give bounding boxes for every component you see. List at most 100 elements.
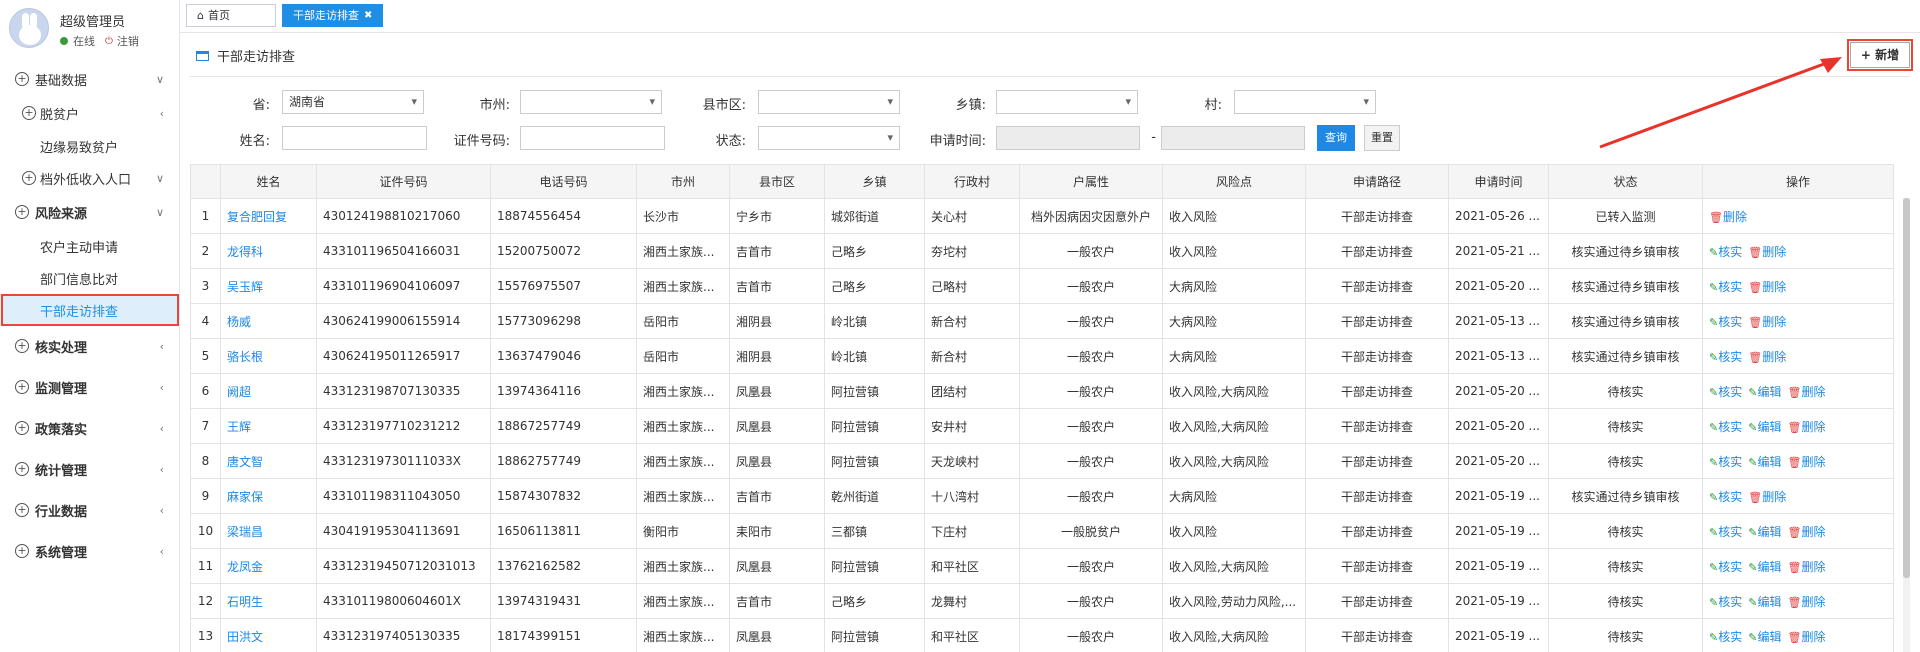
- person-name-link[interactable]: 骆长根: [220, 338, 317, 374]
- sidebar-item-13[interactable]: + 系统管理 ‹: [0, 531, 180, 572]
- edit-action-link[interactable]: ✎编辑: [1748, 595, 1781, 609]
- sidebar-item-8[interactable]: + 核实处理 ‹: [0, 326, 180, 367]
- del-action-link[interactable]: 🗑删除: [1748, 280, 1786, 294]
- check-action-link[interactable]: ✎核实: [1709, 490, 1742, 504]
- id-number: 43312319730111033X: [316, 443, 491, 479]
- person-name-link[interactable]: 复合肥回复: [220, 198, 317, 234]
- person-name-link[interactable]: 田洪文: [220, 618, 317, 652]
- town: 阿拉营镇: [824, 618, 925, 652]
- village: 天龙峡村: [924, 443, 1020, 479]
- sidebar-item-0[interactable]: + 基础数据 ∨: [0, 62, 180, 97]
- tab-home[interactable]: ⌂ 首页: [186, 4, 276, 27]
- edit-action-label: 编辑: [1757, 384, 1782, 399]
- person-name-link[interactable]: 唐文智: [220, 443, 317, 479]
- logout-icon[interactable]: ⏻: [105, 36, 113, 47]
- row-number: 9: [190, 478, 221, 514]
- edit-action-link[interactable]: ✎编辑: [1748, 385, 1781, 399]
- column-header: 风险点: [1162, 164, 1306, 199]
- table-row: 3 吴玉辉 433101196904106097 15576975507 湘西土家族..…: [190, 268, 1894, 304]
- check-action-link[interactable]: ✎核实: [1709, 560, 1742, 574]
- id-number: 430624199006155914: [316, 303, 491, 339]
- reset-button[interactable]: 重置: [1364, 125, 1400, 151]
- trash-icon: 🗑: [1787, 420, 1802, 434]
- del-action-link[interactable]: 🗑删除: [1787, 525, 1825, 539]
- sidebar-item-6[interactable]: 部门信息比对: [0, 262, 180, 294]
- sidebar-item-7[interactable]: 干部走访排查: [0, 294, 180, 326]
- check-action-link[interactable]: ✎核实: [1709, 245, 1742, 259]
- person-name-link[interactable]: 麻家保: [220, 478, 317, 514]
- check-action-link[interactable]: ✎核实: [1709, 455, 1742, 469]
- check-action-link[interactable]: ✎核实: [1709, 315, 1742, 329]
- town-select[interactable]: [996, 90, 1138, 114]
- del-action-link[interactable]: 🗑删除: [1748, 315, 1786, 329]
- row-number: 5: [190, 338, 221, 374]
- phone-number: 15874307832: [490, 478, 637, 514]
- table-scrollbar[interactable]: [1903, 198, 1910, 652]
- date-start-input[interactable]: [996, 126, 1140, 150]
- sidebar-item-3[interactable]: + 档外低收入人口 ∨: [0, 162, 180, 195]
- sidebar-item-5[interactable]: 农户主动申请: [0, 230, 180, 262]
- tab-visit-check[interactable]: 干部走访排查 ✖: [282, 4, 384, 27]
- del-action-link[interactable]: 🗑删除: [1787, 420, 1825, 434]
- edit-action-link[interactable]: ✎编辑: [1748, 560, 1781, 574]
- status: 已转入监测: [1548, 198, 1703, 234]
- annotation-arrow: [1599, 57, 1842, 149]
- user-status: 在线 ⏻ 注销: [60, 33, 139, 49]
- person-name-link[interactable]: 杨威: [220, 303, 317, 339]
- tab-close-icon[interactable]: ✖: [364, 5, 372, 26]
- sidebar-item-4[interactable]: + 风险来源 ∨: [0, 195, 180, 230]
- del-action-link[interactable]: 🗑删除: [1787, 455, 1825, 469]
- village-select[interactable]: [1234, 90, 1376, 114]
- del-action-link[interactable]: 🗑删除: [1709, 210, 1747, 224]
- check-action-link[interactable]: ✎核实: [1709, 385, 1742, 399]
- sidebar-item-12[interactable]: + 行业数据 ‹: [0, 490, 180, 531]
- phone-number: 15773096298: [490, 303, 637, 339]
- del-action-link[interactable]: 🗑删除: [1787, 630, 1825, 644]
- province-select[interactable]: 湖南省: [282, 90, 424, 114]
- sidebar-item-label: 基础数据: [35, 74, 88, 89]
- del-action-link[interactable]: 🗑删除: [1748, 245, 1786, 259]
- trash-icon: 🗑: [1787, 630, 1802, 644]
- del-action-link[interactable]: 🗑删除: [1748, 490, 1786, 504]
- apply-time: 2021-05-13 ...: [1448, 303, 1549, 339]
- county-select[interactable]: [758, 90, 900, 114]
- id-number: 430419195304113691: [316, 513, 491, 549]
- check-action-link[interactable]: ✎核实: [1709, 420, 1742, 434]
- person-name-link[interactable]: 梁瑞昌: [220, 513, 317, 549]
- del-action-link[interactable]: 🗑删除: [1748, 350, 1786, 364]
- person-name-link[interactable]: 阙超: [220, 373, 317, 409]
- person-name-link[interactable]: 吴玉辉: [220, 268, 317, 304]
- del-action-link[interactable]: 🗑删除: [1787, 595, 1825, 609]
- sidebar-item-2[interactable]: 边缘易致贫户: [0, 130, 180, 162]
- del-action-link[interactable]: 🗑删除: [1787, 560, 1825, 574]
- sidebar-item-1[interactable]: + 脱贫户 ‹: [0, 97, 180, 130]
- person-name-link[interactable]: 龙得科: [220, 233, 317, 269]
- check-action-link[interactable]: ✎核实: [1709, 525, 1742, 539]
- person-name-link[interactable]: 龙凤金: [220, 548, 317, 584]
- del-action-link[interactable]: 🗑删除: [1787, 385, 1825, 399]
- name-input[interactable]: [282, 126, 427, 150]
- check-action-link[interactable]: ✎核实: [1709, 630, 1742, 644]
- date-end-input[interactable]: [1161, 126, 1305, 150]
- logout-link[interactable]: 注销: [117, 33, 139, 49]
- edit-action-link[interactable]: ✎编辑: [1748, 630, 1781, 644]
- status-select[interactable]: [758, 126, 900, 150]
- sidebar-item-9[interactable]: + 监测管理 ‹: [0, 367, 180, 408]
- county: 凤凰县: [729, 373, 825, 409]
- city-select[interactable]: [520, 90, 662, 114]
- person-name-link[interactable]: 王辉: [220, 408, 317, 444]
- edit-action-link[interactable]: ✎编辑: [1748, 525, 1781, 539]
- check-action-link[interactable]: ✎核实: [1709, 350, 1742, 364]
- check-action-link[interactable]: ✎核实: [1709, 280, 1742, 294]
- scrollbar-thumb[interactable]: [1903, 198, 1910, 578]
- city: 岳阳市: [636, 303, 730, 339]
- person-name-link[interactable]: 石明生: [220, 583, 317, 619]
- sidebar-item-10[interactable]: + 政策落实 ‹: [0, 408, 180, 449]
- check-action-label: 核实: [1718, 489, 1743, 504]
- query-button[interactable]: 查询: [1317, 125, 1355, 151]
- edit-action-link[interactable]: ✎编辑: [1748, 420, 1781, 434]
- edit-action-link[interactable]: ✎编辑: [1748, 455, 1781, 469]
- check-action-link[interactable]: ✎核实: [1709, 595, 1742, 609]
- sidebar-item-11[interactable]: + 统计管理 ‹: [0, 449, 180, 490]
- idno-input[interactable]: [520, 126, 665, 150]
